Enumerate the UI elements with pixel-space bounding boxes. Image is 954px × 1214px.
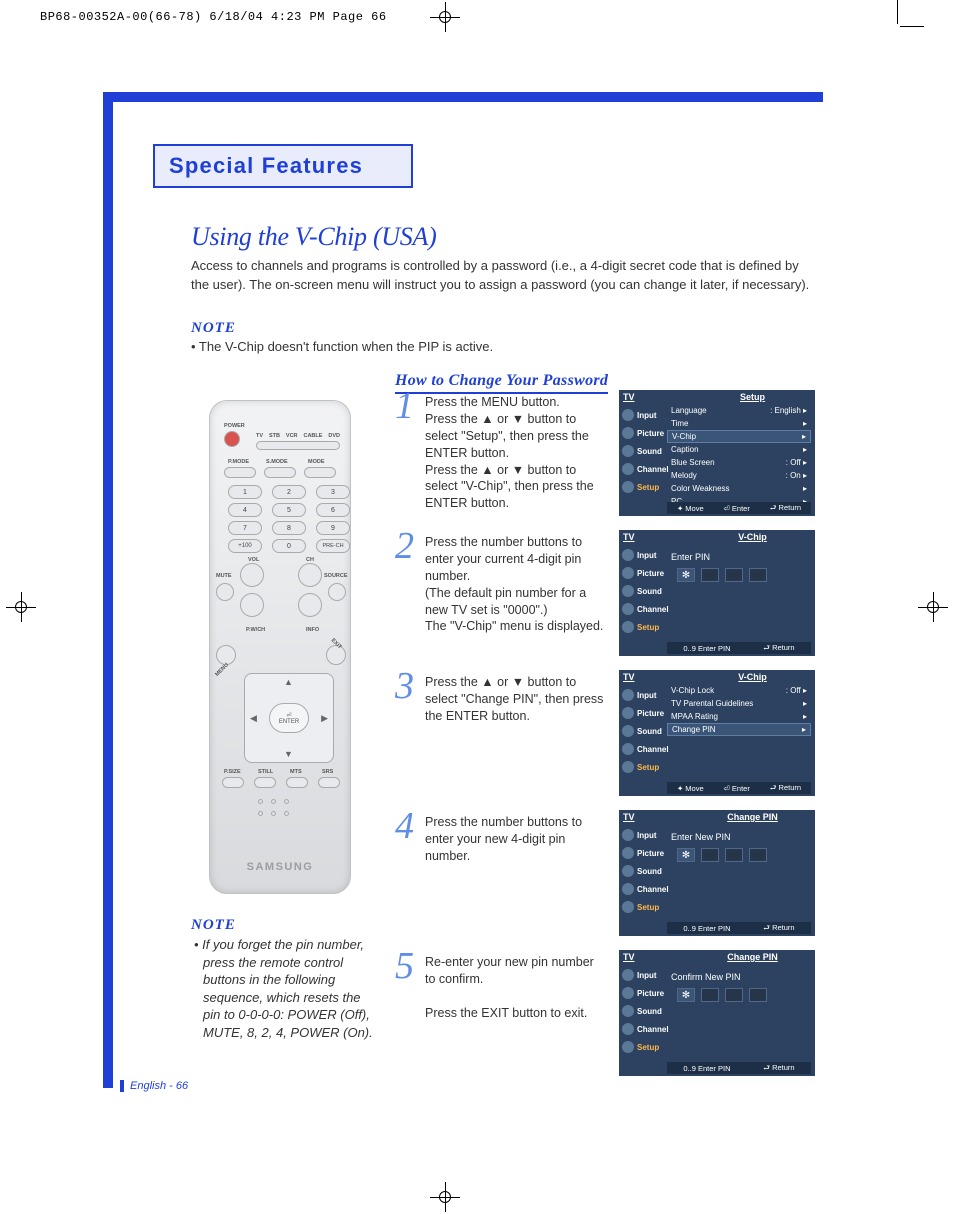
device-select <box>256 441 340 450</box>
step-number: 4 <box>395 804 414 848</box>
step-1: 1 Press the MENU button.Press the ▲ or ▼… <box>395 394 815 514</box>
step-number: 5 <box>395 944 414 988</box>
remote-label: P.SIZE <box>224 769 241 775</box>
smode-button <box>264 467 296 478</box>
vol-up <box>240 563 264 587</box>
remote-label: SRS <box>322 769 333 775</box>
dots <box>258 811 289 816</box>
osd-screenshot: TVV-ChipInputPictureSoundChannelSetupV-C… <box>619 670 815 796</box>
step-5: 5 Re-enter your new pin number to confir… <box>395 954 815 1074</box>
note-block: NOTE • If you forget the pin number, pre… <box>191 917 376 1041</box>
remote-label: INFO <box>306 627 319 633</box>
registration-mark <box>918 592 948 622</box>
page-frame <box>103 92 823 102</box>
crop-mark <box>897 0 898 24</box>
remote-label: MENU <box>214 662 230 678</box>
mode-button <box>304 467 336 478</box>
osd-screenshot: TVChange PINInputPictureSoundChannelSetu… <box>619 810 815 936</box>
step-text: Press the number buttons to enter your c… <box>425 534 605 635</box>
mute-button <box>216 583 234 601</box>
remote-label: STILL <box>258 769 273 775</box>
crop-mark <box>900 26 924 27</box>
remote-label: S.MODE <box>266 459 288 465</box>
srs-button <box>318 777 340 788</box>
note-text: • The V-Chip doesn't function when the P… <box>191 339 811 354</box>
section-title: Using the V-Chip (USA) <box>191 222 436 252</box>
step-text: Press the ▲ or ▼ button to select "Chang… <box>425 674 605 725</box>
num-row: +1000PRE-CH <box>228 539 350 553</box>
page-footer: English - 66 <box>120 1080 188 1092</box>
pmode-button <box>224 467 256 478</box>
power-button <box>224 431 240 447</box>
osd-screenshot: TVChange PINInputPictureSoundChannelSetu… <box>619 950 815 1076</box>
remote-body: POWER TVSTBVCRCABLEDVD P.MODE S.MODE MOD… <box>209 400 351 894</box>
step-text: Press the MENU button.Press the ▲ or ▼ b… <box>425 394 605 512</box>
subheading: How to Change Your Password <box>395 372 608 394</box>
step-number: 1 <box>395 384 414 428</box>
remote-label: MODE <box>308 459 325 465</box>
source-button <box>328 583 346 601</box>
remote-label: TVSTBVCRCABLEDVD <box>256 433 340 439</box>
page-number: English - 66 <box>130 1080 188 1092</box>
step-4: 4 Press the number buttons to enter your… <box>395 814 815 934</box>
registration-mark <box>430 2 460 32</box>
note-text: • If you forget the pin number, press th… <box>191 936 376 1041</box>
ch-up <box>298 563 322 587</box>
remote-label: P.W/CH <box>246 627 265 633</box>
registration-mark <box>430 1182 460 1212</box>
step-number: 2 <box>395 524 414 568</box>
chapter-heading-text: Special Features <box>169 153 363 179</box>
step-text: Re-enter your new pin number to confirm.… <box>425 954 605 1022</box>
note-block: NOTE • The V-Chip doesn't function when … <box>191 320 811 354</box>
step-text: Press the number buttons to enter your n… <box>425 814 605 865</box>
vol-down <box>240 593 264 617</box>
dots <box>258 799 289 804</box>
num-row: 456 <box>228 503 350 517</box>
remote-brand: SAMSUNG <box>210 861 350 873</box>
step-3: 3 Press the ▲ or ▼ button to select "Cha… <box>395 674 815 794</box>
mts-button <box>286 777 308 788</box>
ch-down <box>298 593 322 617</box>
remote-label: SOURCE <box>324 573 348 579</box>
dpad: ⏎ENTER ▲ ▼ ◀ ▶ <box>244 673 334 763</box>
intro-text: Access to channels and programs is contr… <box>191 257 811 295</box>
step-2: 2 Press the number buttons to enter your… <box>395 534 815 654</box>
psize-button <box>222 777 244 788</box>
remote-illustration: POWER TVSTBVCRCABLEDVD P.MODE S.MODE MOD… <box>201 392 359 902</box>
num-row: 123 <box>228 485 350 499</box>
print-slug: BP68-00352A-00(66-78) 6/18/04 4:23 PM Pa… <box>40 10 387 24</box>
remote-label: POWER <box>224 423 245 429</box>
osd-screenshot: TVSetupInputPictureSoundChannelSetupLang… <box>619 390 815 516</box>
chapter-heading: Special Features <box>153 144 413 188</box>
num-row: 789 <box>228 521 350 535</box>
remote-label: MTS <box>290 769 302 775</box>
note-heading: NOTE <box>191 320 811 337</box>
osd-screenshot: TVV-ChipInputPictureSoundChannelSetupEnt… <box>619 530 815 656</box>
step-number: 3 <box>395 664 414 708</box>
page-frame <box>103 92 113 1088</box>
steps-list: 1 Press the MENU button.Press the ▲ or ▼… <box>395 394 815 1094</box>
registration-mark <box>6 592 36 622</box>
remote-label: P.MODE <box>228 459 249 465</box>
still-button <box>254 777 276 788</box>
note-heading: NOTE <box>191 917 376 934</box>
remote-label: MUTE <box>216 573 232 579</box>
